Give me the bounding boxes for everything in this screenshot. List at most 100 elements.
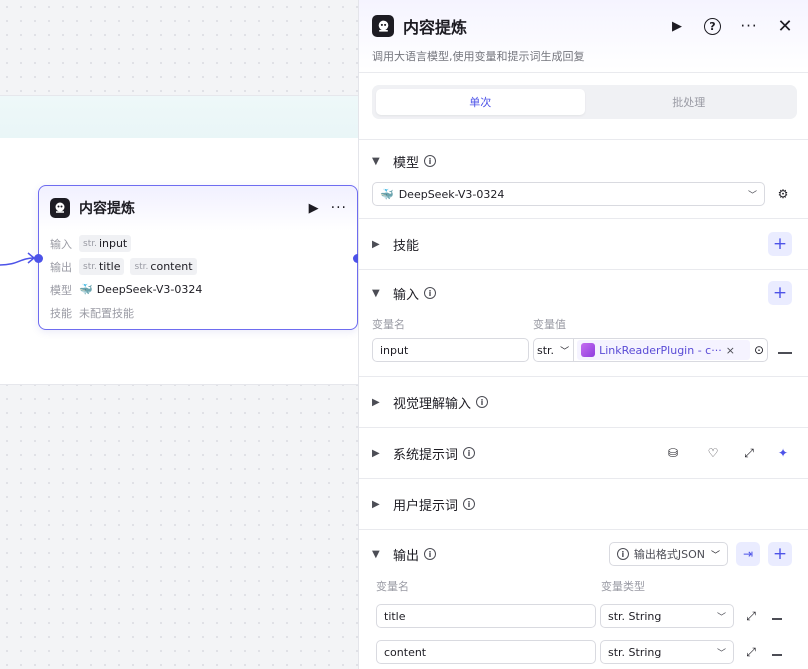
- chevron-down-icon: ﹀: [560, 346, 570, 357]
- node-input-row: 输入 str. input: [50, 232, 357, 255]
- node-model-value: DeepSeek-V3-0324: [96, 283, 203, 296]
- expand-icon[interactable]: ⤢: [742, 643, 760, 661]
- tab-batch[interactable]: 批处理: [585, 89, 794, 115]
- run-icon[interactable]: ▶: [309, 201, 319, 216]
- node-model-row: 模型 🐳 DeepSeek-V3-0324: [50, 278, 357, 301]
- llm-logo-icon: [372, 15, 394, 37]
- add-input-button[interactable]: +: [768, 281, 792, 305]
- system-prompt-label: 系统提示词: [393, 447, 459, 463]
- panel-title: 内容提炼: [403, 18, 468, 37]
- info-icon[interactable]: i: [463, 498, 476, 510]
- node-output-label: 输出: [50, 260, 72, 274]
- model-section: ▼ 模型 i 🐳 DeepSeek-V3-0324 ﹀ ⚙: [359, 139, 808, 218]
- output-var-type-select[interactable]: str. String ﹀: [600, 640, 734, 664]
- output-var-tag: str. title: [79, 258, 125, 275]
- model-select-value: DeepSeek-V3-0324: [398, 187, 505, 201]
- node-title: 内容提炼: [79, 201, 135, 217]
- output-col-type: 变量类型: [601, 580, 645, 593]
- chevron-right-icon[interactable]: ▶: [372, 448, 388, 459]
- node-model-label: 模型: [50, 283, 72, 297]
- chevron-down-icon[interactable]: ▼: [372, 156, 388, 167]
- panel-header: 内容提炼 ▶ ? ··· ✕ 调用大语言模型,使用变量和提示词生成回复: [359, 0, 808, 73]
- tab-single[interactable]: 单次: [376, 89, 585, 115]
- node-output-row: 输出 str. title str. content: [50, 255, 357, 278]
- output-section-label: 输出: [393, 548, 420, 564]
- user-prompt-label: 用户提示词: [393, 498, 459, 514]
- llm-logo-icon: [50, 198, 70, 218]
- prompt-library-icon[interactable]: ⛁: [664, 444, 682, 462]
- node-input-port[interactable]: [34, 254, 43, 263]
- plugin-reference-chip[interactable]: LinkReaderPlugin - c··· ×: [577, 340, 750, 360]
- input-var-value-field[interactable]: str. ﹀ LinkReaderPlugin - c··· × ⊙: [533, 338, 768, 362]
- node-skill-label: 技能: [50, 306, 72, 320]
- type-select[interactable]: str. ﹀: [537, 339, 575, 361]
- info-icon[interactable]: i: [424, 155, 437, 167]
- user-prompt-section: ▶ 用户提示词 i: [359, 478, 808, 529]
- node-skill-row: 技能 未配置技能: [50, 301, 357, 324]
- input-col-name: 变量名: [372, 318, 405, 331]
- chevron-right-icon[interactable]: ▶: [372, 239, 388, 250]
- model-select[interactable]: 🐳 DeepSeek-V3-0324 ﹀: [372, 182, 765, 206]
- remove-output-button[interactable]: [772, 609, 782, 624]
- more-icon[interactable]: ···: [740, 17, 758, 35]
- system-prompt-section: ▶ 系统提示词 i ⛁ ♡ ⤢ ✦: [359, 427, 808, 478]
- panel-description: 调用大语言模型,使用变量和提示词生成回复: [372, 50, 585, 63]
- remove-icon[interactable]: ×: [726, 344, 735, 357]
- output-row: content str. String ﹀ ⤢: [372, 640, 792, 664]
- output-var-name-field[interactable]: content: [376, 640, 596, 664]
- remove-input-button[interactable]: [778, 343, 792, 358]
- input-var-tag: str. input: [79, 235, 132, 252]
- input-section-label: 输入: [393, 287, 420, 303]
- skills-section: ▶ 技能 +: [359, 218, 808, 269]
- model-section-label: 模型: [393, 155, 420, 171]
- info-icon[interactable]: i: [424, 287, 437, 299]
- input-var-name-field[interactable]: input: [372, 338, 529, 362]
- node-skill-value: 未配置技能: [79, 306, 134, 320]
- skills-section-label: 技能: [393, 238, 420, 254]
- output-var-tag: str. content: [130, 258, 197, 275]
- info-icon[interactable]: i: [424, 548, 437, 560]
- output-section: ▼ 输出 i i 输出格式JSON ﹀ ⇥ + 变量名 变量类型 title s…: [359, 529, 808, 669]
- output-format-select[interactable]: i 输出格式JSON ﹀: [608, 542, 728, 566]
- deepseek-icon: 🐳: [380, 187, 394, 201]
- gear-icon[interactable]: ⚙: [774, 185, 792, 203]
- close-icon[interactable]: ✕: [776, 16, 794, 37]
- info-icon[interactable]: i: [476, 396, 489, 408]
- output-var-type-select[interactable]: str. String ﹀: [600, 604, 734, 628]
- variable-picker-icon[interactable]: ⊙: [754, 343, 764, 357]
- more-icon[interactable]: ···: [331, 200, 347, 216]
- chevron-down-icon: ﹀: [747, 190, 757, 201]
- chevron-right-icon[interactable]: ▶: [372, 499, 388, 510]
- chevron-down-icon[interactable]: ▼: [372, 549, 388, 560]
- add-skill-button[interactable]: +: [768, 232, 792, 256]
- expand-icon[interactable]: ⤢: [740, 444, 758, 462]
- chevron-right-icon[interactable]: ▶: [372, 397, 388, 408]
- mode-tabs: 单次 批处理: [372, 85, 797, 119]
- input-col-value: 变量值: [533, 318, 566, 331]
- output-col-name: 变量名: [376, 580, 409, 593]
- vision-section-label: 视觉理解输入: [393, 396, 472, 412]
- llm-node-card[interactable]: 内容提炼 ▶ ··· 输入 str. input 输出 str. title str…: [34, 185, 362, 330]
- expand-icon[interactable]: ⤢: [742, 607, 760, 625]
- chevron-down-icon[interactable]: ▼: [372, 288, 388, 299]
- vision-section: ▶ 视觉理解输入 i: [359, 376, 808, 427]
- chevron-down-icon: ﹀: [716, 612, 726, 623]
- node-settings-panel: 内容提炼 ▶ ? ··· ✕ 调用大语言模型,使用变量和提示词生成回复 单次 批…: [358, 0, 808, 669]
- add-output-button[interactable]: +: [768, 542, 792, 566]
- help-icon[interactable]: ?: [704, 17, 722, 35]
- run-icon[interactable]: ▶: [668, 19, 686, 34]
- ai-sparkle-icon[interactable]: ✦: [774, 444, 792, 462]
- info-icon[interactable]: i: [463, 447, 476, 459]
- output-row: title str. String ﹀ ⤢: [372, 604, 792, 628]
- chevron-down-icon: ﹀: [716, 648, 726, 659]
- input-section: ▼ 输入 i + 变量名 变量值 input str. ﹀ LinkReader…: [359, 269, 808, 376]
- output-var-name-field[interactable]: title: [376, 604, 596, 628]
- deepseek-icon: 🐳: [79, 283, 93, 296]
- import-icon[interactable]: ⇥: [736, 542, 760, 566]
- remove-output-button[interactable]: [772, 645, 782, 660]
- chevron-down-icon: ﹀: [710, 550, 720, 561]
- plugin-icon: [581, 343, 596, 357]
- bulb-icon[interactable]: ♡: [704, 444, 722, 462]
- node-input-label: 输入: [50, 237, 72, 251]
- info-icon: i: [616, 548, 629, 560]
